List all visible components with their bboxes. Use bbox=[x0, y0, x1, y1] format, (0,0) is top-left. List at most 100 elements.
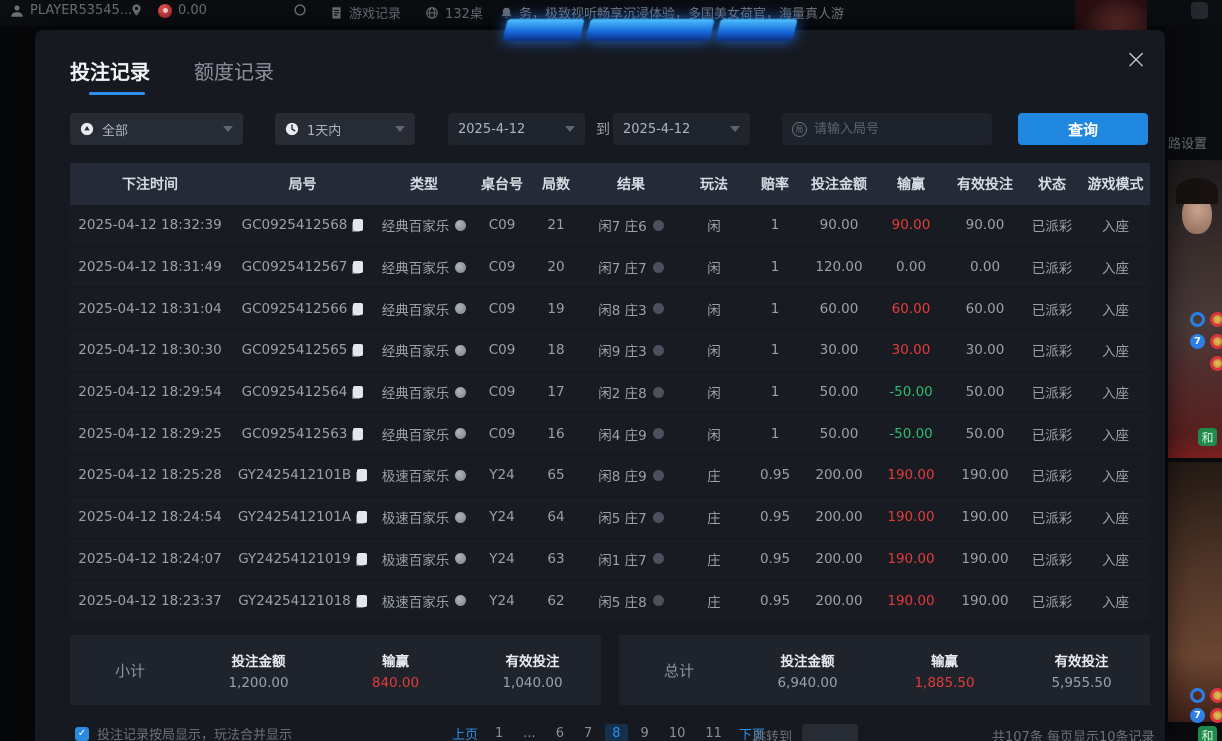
cell-table-no: C09 bbox=[473, 426, 531, 442]
game-type-icon bbox=[455, 220, 466, 231]
copy-icon[interactable] bbox=[353, 303, 363, 315]
result-info-icon[interactable] bbox=[653, 345, 664, 356]
road-settings-label[interactable]: 路设置 bbox=[1168, 133, 1207, 152]
table-row[interactable]: 2025-04-12 18:32:39 GC0925412568 经典百家乐 C… bbox=[70, 205, 1150, 247]
bet-records-table: 下注时间局号类型桌台号局数结果玩法赔率投注金额输赢有效投注状态游戏模式 2025… bbox=[70, 163, 1150, 622]
copy-icon[interactable] bbox=[357, 511, 367, 523]
result-info-icon[interactable] bbox=[653, 553, 664, 564]
prev-page-button[interactable]: 上页 bbox=[448, 722, 482, 741]
copy-icon[interactable] bbox=[357, 553, 367, 565]
result-info-icon[interactable] bbox=[653, 262, 664, 273]
page-button[interactable]: 10 bbox=[662, 724, 693, 741]
result-info-icon[interactable] bbox=[653, 512, 664, 523]
cell-table-no: C09 bbox=[473, 342, 531, 358]
close-icon[interactable]: × bbox=[1119, 44, 1153, 78]
copy-icon[interactable] bbox=[357, 469, 367, 481]
cell-table-no: Y24 bbox=[473, 467, 531, 483]
refresh-button[interactable] bbox=[293, 3, 307, 17]
cell-bet-amount: 50.00 bbox=[803, 384, 875, 400]
cell-play-type: 庄 bbox=[681, 549, 747, 569]
location-pin[interactable] bbox=[130, 3, 143, 17]
cell-game-type: 经典百家乐 bbox=[375, 382, 473, 402]
checkbox-label: 投注记录按局显示，玩法合并显示 bbox=[97, 724, 292, 741]
subtotal-winloss: 输赢 840.00 bbox=[327, 650, 464, 691]
table-row[interactable]: 2025-04-12 18:23:37 GY24254121018 极速百家乐 … bbox=[70, 580, 1150, 622]
result-info-icon[interactable] bbox=[653, 470, 664, 481]
copy-icon[interactable] bbox=[353, 428, 363, 440]
page-button[interactable]: 11 bbox=[698, 724, 729, 741]
cell-valid-bet: 50.00 bbox=[947, 384, 1023, 400]
checkbox-checked-icon[interactable]: ✓ bbox=[75, 727, 89, 741]
category-dropdown[interactable]: 全部 bbox=[70, 113, 243, 145]
copy-icon[interactable] bbox=[357, 595, 367, 607]
dealer-video-thumbnail-1[interactable] bbox=[1168, 160, 1222, 458]
roadmap-bead-player-7: 7 bbox=[1190, 334, 1205, 349]
cell-status: 已派彩 bbox=[1023, 257, 1081, 277]
game-type-icon bbox=[455, 470, 466, 481]
cell-odds: 0.95 bbox=[747, 551, 803, 567]
modal-tabs: 投注记录 额度记录 bbox=[70, 56, 274, 95]
table-row[interactable]: 2025-04-12 18:24:54 GY2425412101A 极速百家乐 … bbox=[70, 497, 1150, 539]
user-info[interactable]: PLAYER53545... bbox=[10, 3, 132, 18]
cell-bet-amount: 120.00 bbox=[803, 259, 875, 275]
cell-valid-bet: 190.00 bbox=[947, 593, 1023, 609]
result-info-icon[interactable] bbox=[653, 387, 664, 398]
tab-bet-records[interactable]: 投注记录 bbox=[70, 56, 150, 95]
service-icon[interactable] bbox=[1191, 2, 1208, 19]
game-record-button[interactable]: 游戏记录 bbox=[330, 3, 401, 22]
roadmap-bead-player bbox=[1190, 312, 1205, 327]
total-bet: 投注金额 6,940.00 bbox=[739, 650, 876, 691]
table-row[interactable]: 2025-04-12 18:29:54 GC0925412564 经典百家乐 C… bbox=[70, 372, 1150, 414]
bet-records-modal: × 投注记录 额度记录 全部 1天内 2025-4-12 到 2025-4-1 bbox=[35, 30, 1165, 741]
result-info-icon[interactable] bbox=[653, 303, 664, 314]
modal-footer: ✓ 投注记录按局显示，玩法合并显示 上页 1...67891011 下页 跳转到… bbox=[35, 721, 1165, 741]
table-row[interactable]: 2025-04-12 18:30:30 GC0925412565 经典百家乐 C… bbox=[70, 330, 1150, 372]
page-button[interactable]: 1 bbox=[488, 724, 510, 741]
time-range-dropdown[interactable]: 1天内 bbox=[275, 113, 415, 145]
copy-icon[interactable] bbox=[353, 344, 363, 356]
table-row[interactable]: 2025-04-12 18:24:07 GY24254121019 极速百家乐 … bbox=[70, 539, 1150, 581]
result-info-icon[interactable] bbox=[653, 428, 664, 439]
table-row[interactable]: 2025-04-12 18:31:04 GC0925412566 经典百家乐 C… bbox=[70, 288, 1150, 330]
date-from-value: 2025-4-12 bbox=[458, 122, 525, 137]
copy-icon[interactable] bbox=[353, 386, 363, 398]
round-search-input[interactable] bbox=[814, 122, 964, 137]
table-row[interactable]: 2025-04-12 18:31:49 GC0925412567 经典百家乐 C… bbox=[70, 247, 1150, 289]
tab-quota-records[interactable]: 额度记录 bbox=[194, 56, 274, 95]
cell-winloss: 190.00 bbox=[875, 467, 947, 483]
page-button[interactable]: 9 bbox=[634, 724, 656, 741]
date-to-picker[interactable]: 2025-4-12 bbox=[613, 113, 750, 145]
result-info-icon[interactable] bbox=[653, 220, 664, 231]
game-type-icon bbox=[455, 262, 466, 273]
table-count[interactable]: 132桌 bbox=[425, 3, 483, 22]
column-header: 局数 bbox=[531, 174, 581, 194]
copy-icon[interactable] bbox=[353, 261, 363, 273]
tie-badge: 和 bbox=[1198, 726, 1217, 741]
date-from-picker[interactable]: 2025-4-12 bbox=[448, 113, 585, 145]
query-button[interactable]: 查询 bbox=[1018, 113, 1148, 145]
balance-display[interactable]: 0.00 bbox=[158, 3, 207, 18]
copy-icon[interactable] bbox=[353, 219, 363, 231]
cell-bet-amount: 200.00 bbox=[803, 593, 875, 609]
cell-bet-time: 2025-04-12 18:25:28 bbox=[70, 467, 230, 483]
chevron-down-icon bbox=[395, 126, 405, 132]
table-row[interactable]: 2025-04-12 18:29:25 GC0925412563 经典百家乐 C… bbox=[70, 413, 1150, 455]
cell-game-type: 经典百家乐 bbox=[375, 424, 473, 444]
dealer-video-thumbnail-2[interactable] bbox=[1168, 462, 1222, 722]
cell-round-id: GY24254121019 bbox=[230, 551, 375, 567]
subtotal-valid: 有效投注 1,040.00 bbox=[464, 650, 601, 691]
cell-round-no: 16 bbox=[531, 426, 581, 442]
display-option[interactable]: ✓ 投注记录按局显示，玩法合并显示 bbox=[75, 724, 292, 741]
jump-page-input[interactable] bbox=[802, 724, 858, 741]
page-button[interactable]: 7 bbox=[577, 724, 599, 741]
cell-game-mode: 入座 bbox=[1081, 424, 1150, 444]
result-info-icon[interactable] bbox=[653, 595, 664, 606]
page-button[interactable]: 8 bbox=[605, 724, 627, 741]
subtotal-label: 小计 bbox=[70, 660, 190, 681]
table-row[interactable]: 2025-04-12 18:25:28 GY2425412101B 极速百家乐 … bbox=[70, 455, 1150, 497]
page-button[interactable]: 6 bbox=[549, 724, 571, 741]
cell-result: 闲8 庄9 bbox=[581, 465, 681, 485]
cell-odds: 0.95 bbox=[747, 509, 803, 525]
cell-bet-time: 2025-04-12 18:24:54 bbox=[70, 509, 230, 525]
cell-table-no: C09 bbox=[473, 301, 531, 317]
